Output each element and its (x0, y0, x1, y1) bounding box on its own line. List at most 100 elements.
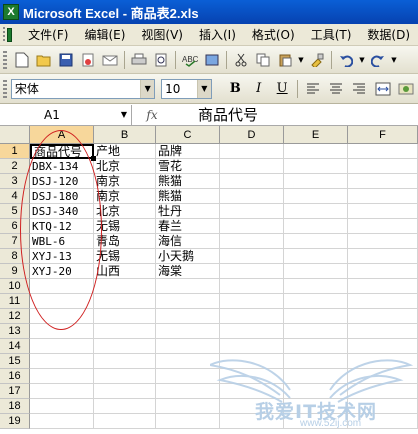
row-header[interactable]: 15 (0, 354, 30, 369)
row-header[interactable]: 11 (0, 294, 30, 309)
cell[interactable]: KTQ-12 (30, 219, 94, 234)
cell[interactable] (30, 399, 94, 414)
row-header[interactable]: 10 (0, 279, 30, 294)
toolbar-grip-icon[interactable] (3, 50, 7, 69)
cell[interactable] (94, 339, 156, 354)
cell[interactable]: DSJ-180 (30, 189, 94, 204)
cell[interactable]: XYJ-13 (30, 249, 94, 264)
row-header[interactable]: 6 (0, 219, 30, 234)
cell[interactable] (30, 339, 94, 354)
cell[interactable] (348, 294, 418, 309)
row-header[interactable]: 19 (0, 414, 30, 429)
row-header[interactable]: 3 (0, 174, 30, 189)
row-header[interactable]: 5 (0, 204, 30, 219)
chevron-down-icon[interactable]: ▼ (297, 50, 305, 70)
cell[interactable]: 熊猫 (156, 189, 220, 204)
cell[interactable] (30, 354, 94, 369)
cell[interactable] (348, 174, 418, 189)
cell[interactable] (348, 339, 418, 354)
cell[interactable] (156, 369, 220, 384)
column-header[interactable]: E (284, 126, 348, 144)
italic-button[interactable]: I (248, 79, 269, 99)
cell[interactable] (156, 354, 220, 369)
cell[interactable] (220, 279, 284, 294)
cell[interactable] (284, 144, 348, 159)
menu-tools[interactable]: 工具(T) (303, 24, 360, 46)
menu-insert[interactable]: 插入(I) (191, 24, 244, 46)
cell[interactable]: 北京 (94, 204, 156, 219)
research-icon[interactable] (202, 50, 222, 70)
cell[interactable] (156, 414, 220, 429)
cell[interactable] (220, 249, 284, 264)
cell[interactable] (30, 309, 94, 324)
cell[interactable] (220, 159, 284, 174)
spelling-icon[interactable]: ABC (180, 50, 200, 70)
menu-data[interactable]: 数据(D) (359, 24, 418, 46)
cell[interactable] (284, 369, 348, 384)
row-header[interactable]: 18 (0, 399, 30, 414)
cell[interactable] (156, 324, 220, 339)
cell[interactable]: 小天鹅 (156, 249, 220, 264)
cell[interactable]: 海信 (156, 234, 220, 249)
cell[interactable] (156, 309, 220, 324)
cell[interactable] (30, 294, 94, 309)
chevron-down-icon[interactable]: ▼ (390, 50, 398, 70)
cell[interactable]: 春兰 (156, 219, 220, 234)
cell[interactable]: 产地 (94, 144, 156, 159)
cell[interactable] (284, 249, 348, 264)
cell[interactable]: 品牌 (156, 144, 220, 159)
cell[interactable] (348, 279, 418, 294)
row-header[interactable]: 4 (0, 189, 30, 204)
cell[interactable] (30, 324, 94, 339)
merge-center-icon[interactable] (372, 79, 393, 99)
print-icon[interactable] (129, 50, 149, 70)
cell[interactable] (348, 324, 418, 339)
cell[interactable] (348, 144, 418, 159)
cell[interactable] (348, 249, 418, 264)
cell[interactable] (94, 294, 156, 309)
fx-icon[interactable]: fx (132, 108, 172, 122)
cell[interactable] (348, 264, 418, 279)
save-icon[interactable] (56, 50, 76, 70)
cell[interactable] (220, 234, 284, 249)
align-left-icon[interactable] (302, 79, 323, 99)
cell[interactable]: 山西 (94, 264, 156, 279)
cell[interactable]: DBX-134 (30, 159, 94, 174)
cell[interactable] (94, 399, 156, 414)
cell[interactable] (220, 219, 284, 234)
column-header[interactable]: C (156, 126, 220, 144)
cell[interactable]: XYJ-20 (30, 264, 94, 279)
cell[interactable] (30, 369, 94, 384)
undo-icon[interactable] (336, 50, 356, 70)
cell[interactable] (156, 399, 220, 414)
row-header[interactable]: 14 (0, 339, 30, 354)
cell[interactable]: 商品代号 (30, 144, 94, 159)
cell[interactable] (284, 264, 348, 279)
cell[interactable] (220, 309, 284, 324)
cell[interactable] (156, 339, 220, 354)
menu-format[interactable]: 格式(O) (244, 24, 303, 46)
cell[interactable] (220, 354, 284, 369)
row-header[interactable]: 8 (0, 249, 30, 264)
cell[interactable] (220, 144, 284, 159)
cell[interactable]: DSJ-340 (30, 204, 94, 219)
cell[interactable] (284, 339, 348, 354)
cell[interactable]: 海棠 (156, 264, 220, 279)
cell[interactable] (220, 174, 284, 189)
cut-icon[interactable] (231, 50, 251, 70)
align-center-icon[interactable] (325, 79, 346, 99)
cell[interactable] (94, 414, 156, 429)
cell[interactable] (220, 369, 284, 384)
cell[interactable] (94, 324, 156, 339)
cell[interactable]: 雪花 (156, 159, 220, 174)
cell[interactable]: 无锡 (94, 249, 156, 264)
chevron-down-icon[interactable]: ▼ (358, 50, 366, 70)
cell[interactable] (220, 294, 284, 309)
cell[interactable] (220, 189, 284, 204)
underline-button[interactable]: U (271, 79, 292, 99)
cell[interactable] (284, 159, 348, 174)
cell[interactable] (220, 339, 284, 354)
print-preview-icon[interactable] (151, 50, 171, 70)
currency-icon[interactable] (396, 79, 417, 99)
cell[interactable]: 熊猫 (156, 174, 220, 189)
